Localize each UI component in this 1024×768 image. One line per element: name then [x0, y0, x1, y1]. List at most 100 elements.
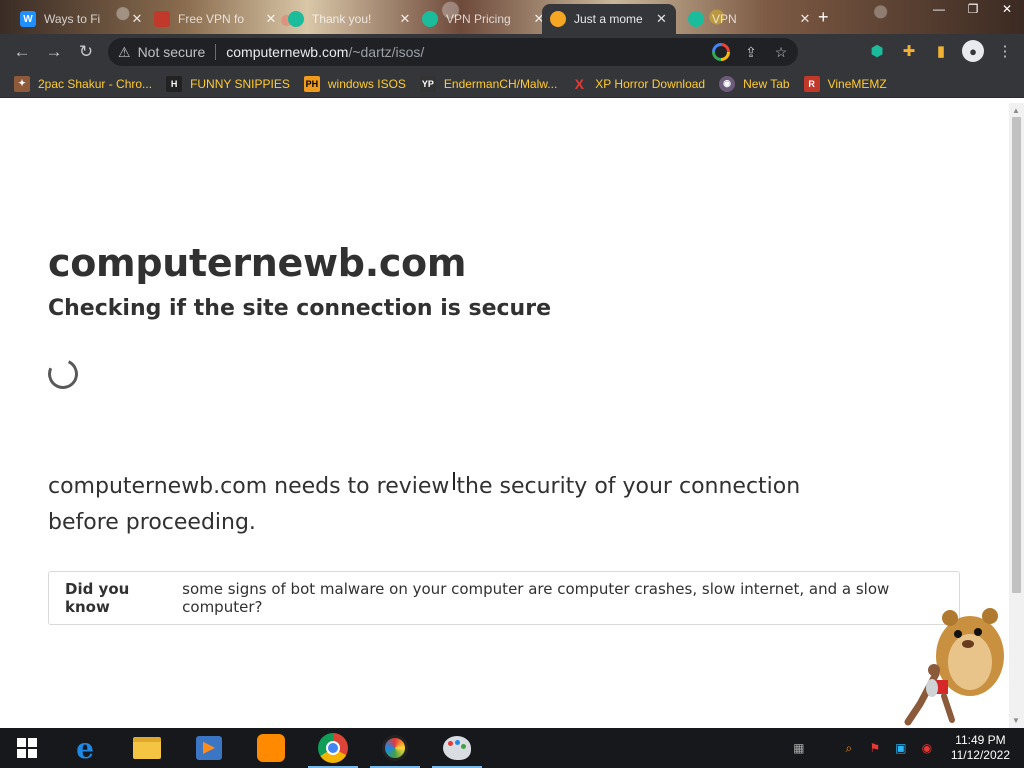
clock-time: 11:49 PM [955, 733, 1006, 747]
internet-explorer-taskbar-button[interactable]: e [54, 728, 116, 768]
file-explorer-taskbar-button[interactable] [116, 728, 178, 768]
tab-favicon [154, 11, 170, 27]
tab-5[interactable]: VPN ✕ [680, 4, 820, 34]
browser-toolbar: ← → ↻ ⚠ Not secure computernewb.com /~da… [0, 34, 1024, 70]
did-you-know-box: Did you know some signs of bot malware o… [48, 571, 960, 625]
globe-icon: ◉ [719, 75, 736, 92]
paint-palette-icon [443, 736, 471, 760]
system-tray: ▦ ⌕ ⚑ ▣ ◉ 11:49 PM 11/12/2022 [791, 728, 1024, 768]
close-icon[interactable]: ✕ [264, 11, 278, 27]
windows-logo-icon [17, 738, 37, 758]
security-status[interactable]: Not secure [138, 44, 206, 60]
r-logo-icon: R [803, 75, 820, 92]
media-player-taskbar-button[interactable]: ▶ [178, 728, 240, 768]
warning-icon[interactable]: ⚠ [118, 44, 131, 61]
tab-title: Thank you! [312, 12, 372, 26]
scroll-down-icon[interactable]: ▼ [1012, 716, 1020, 725]
record-tray-icon[interactable]: ◉ [919, 740, 935, 756]
share-icon[interactable]: ⇪ [742, 43, 760, 61]
site-name-heading: computernewb.com [48, 241, 467, 285]
clock-date: 11/12/2022 [950, 748, 1010, 762]
bookmark-item[interactable]: YP EndermanCH/Malw... [419, 75, 558, 92]
bookmark-star-icon[interactable]: ☆ [772, 43, 790, 61]
bookmark-label: New Tab [743, 76, 790, 91]
tab-1[interactable]: Free VPN fo ✕ [146, 4, 286, 34]
url-path[interactable]: /~dartz/isos/ [348, 44, 424, 60]
tab-favicon [422, 11, 438, 27]
side-panel-icon[interactable]: ▮ [930, 40, 952, 62]
scroll-up-icon[interactable]: ▲ [1012, 106, 1020, 115]
start-button[interactable] [0, 728, 54, 768]
scrollbar-thumb[interactable] [1012, 117, 1021, 593]
reload-icon[interactable]: ↻ [70, 36, 102, 68]
hamster-mascot-image [904, 608, 1004, 726]
internet-explorer-icon: e [76, 731, 94, 765]
extensions-puzzle-icon[interactable]: ✚ [898, 40, 920, 62]
tab-0[interactable]: W Ways to Fi ✕ [12, 4, 152, 34]
clock[interactable]: 11:49 PM 11/12/2022 [951, 733, 1010, 763]
tab-favicon [688, 11, 704, 27]
bookmark-label: FUNNY SNIPPIES [190, 76, 290, 91]
window-controls: — ❐ ✕ [922, 0, 1024, 18]
paint-taskbar-button[interactable] [426, 728, 488, 768]
toolbar-right: ⬢ ✚ ▮ ● ⋮ [866, 40, 1016, 62]
google-lens-icon[interactable] [712, 43, 730, 61]
text-cursor-icon [453, 472, 459, 490]
loading-spinner-icon [43, 354, 83, 394]
uc-browser-icon [257, 734, 285, 762]
back-arrow-icon[interactable]: ← [6, 36, 38, 68]
bookmark-label: XP Horror Download [595, 76, 706, 91]
url-host[interactable]: computernewb.com [226, 44, 348, 60]
puzzle-icon: ✦ [14, 75, 30, 92]
new-tab-button[interactable]: + [818, 7, 829, 28]
app-taskbar-button[interactable] [364, 728, 426, 768]
media-player-icon: ▶ [196, 736, 222, 760]
close-icon[interactable]: ✕ [655, 11, 668, 27]
yp-logo-icon: YP [419, 75, 436, 92]
tab-title: Free VPN fo [178, 12, 245, 26]
bookmark-item[interactable]: ◉ New Tab [719, 75, 790, 92]
tab-4-active[interactable]: Just a mome ✕ [542, 4, 676, 34]
tray-app-icon[interactable]: ▦ [791, 740, 807, 756]
tab-favicon [288, 11, 304, 27]
bookmarks-bar: ✦ 2pac Shakur - Chro... H FUNNY SNIPPIES… [0, 70, 1024, 98]
page-scrollbar[interactable]: ▲ ▼ [1009, 103, 1024, 728]
uc-browser-taskbar-button[interactable] [240, 728, 302, 768]
chrome-taskbar-button[interactable] [302, 728, 364, 768]
divider [215, 44, 217, 60]
minimize-icon[interactable]: — [922, 0, 956, 18]
close-icon[interactable]: ✕ [798, 11, 812, 27]
flag-tray-icon[interactable]: ⚑ [867, 740, 883, 756]
page-content: computernewb.com Checking if the site co… [0, 103, 1009, 728]
h-logo-icon: H [166, 75, 183, 92]
close-icon[interactable]: ✕ [130, 11, 144, 27]
bookmark-item[interactable]: H FUNNY SNIPPIES [166, 75, 290, 92]
tab-2[interactable]: Thank you! ✕ [280, 4, 420, 34]
vpn-extension-icon[interactable]: ⬢ [866, 40, 888, 62]
bookmark-item[interactable]: X XP Horror Download [571, 75, 706, 92]
tab-title: Just a mome [574, 12, 643, 26]
menu-kebab-icon[interactable]: ⋮ [994, 40, 1016, 62]
tab-title: VPN Pricing [446, 12, 511, 26]
bookmark-item[interactable]: PH windows ISOS [303, 75, 406, 92]
bookmark-label: windows ISOS [327, 76, 406, 91]
bookmark-label: EndermanCH/Malw... [443, 76, 558, 91]
tab-title: VPN [712, 12, 737, 26]
x-logo-icon: X [574, 75, 584, 92]
maximize-icon[interactable]: ❐ [956, 0, 990, 18]
bookmark-label: VineMEMZ [827, 76, 887, 91]
profile-avatar-icon[interactable]: ● [962, 40, 984, 62]
tab-3[interactable]: VPN Pricing ✕ [414, 4, 554, 34]
chrome-icon [318, 733, 348, 763]
display-tray-icon[interactable]: ▣ [893, 740, 909, 756]
close-window-icon[interactable]: ✕ [990, 0, 1024, 18]
close-icon[interactable]: ✕ [398, 11, 412, 27]
search-tray-icon[interactable]: ⌕ [841, 740, 857, 756]
checking-heading: Checking if the site connection is secur… [48, 296, 551, 321]
windows-taskbar: e ▶ ▦ ⌕ ⚑ ▣ ◉ 11:49 PM 11/12/2022 [0, 728, 1024, 768]
did-you-know-label: Did you know [65, 580, 130, 616]
address-bar[interactable]: ⚠ Not secure computernewb.com /~dartz/is… [108, 38, 798, 66]
bookmark-item[interactable]: R VineMEMZ [803, 75, 887, 92]
bookmark-item[interactable]: ✦ 2pac Shakur - Chro... [14, 75, 152, 92]
forward-arrow-icon[interactable]: → [38, 36, 70, 68]
